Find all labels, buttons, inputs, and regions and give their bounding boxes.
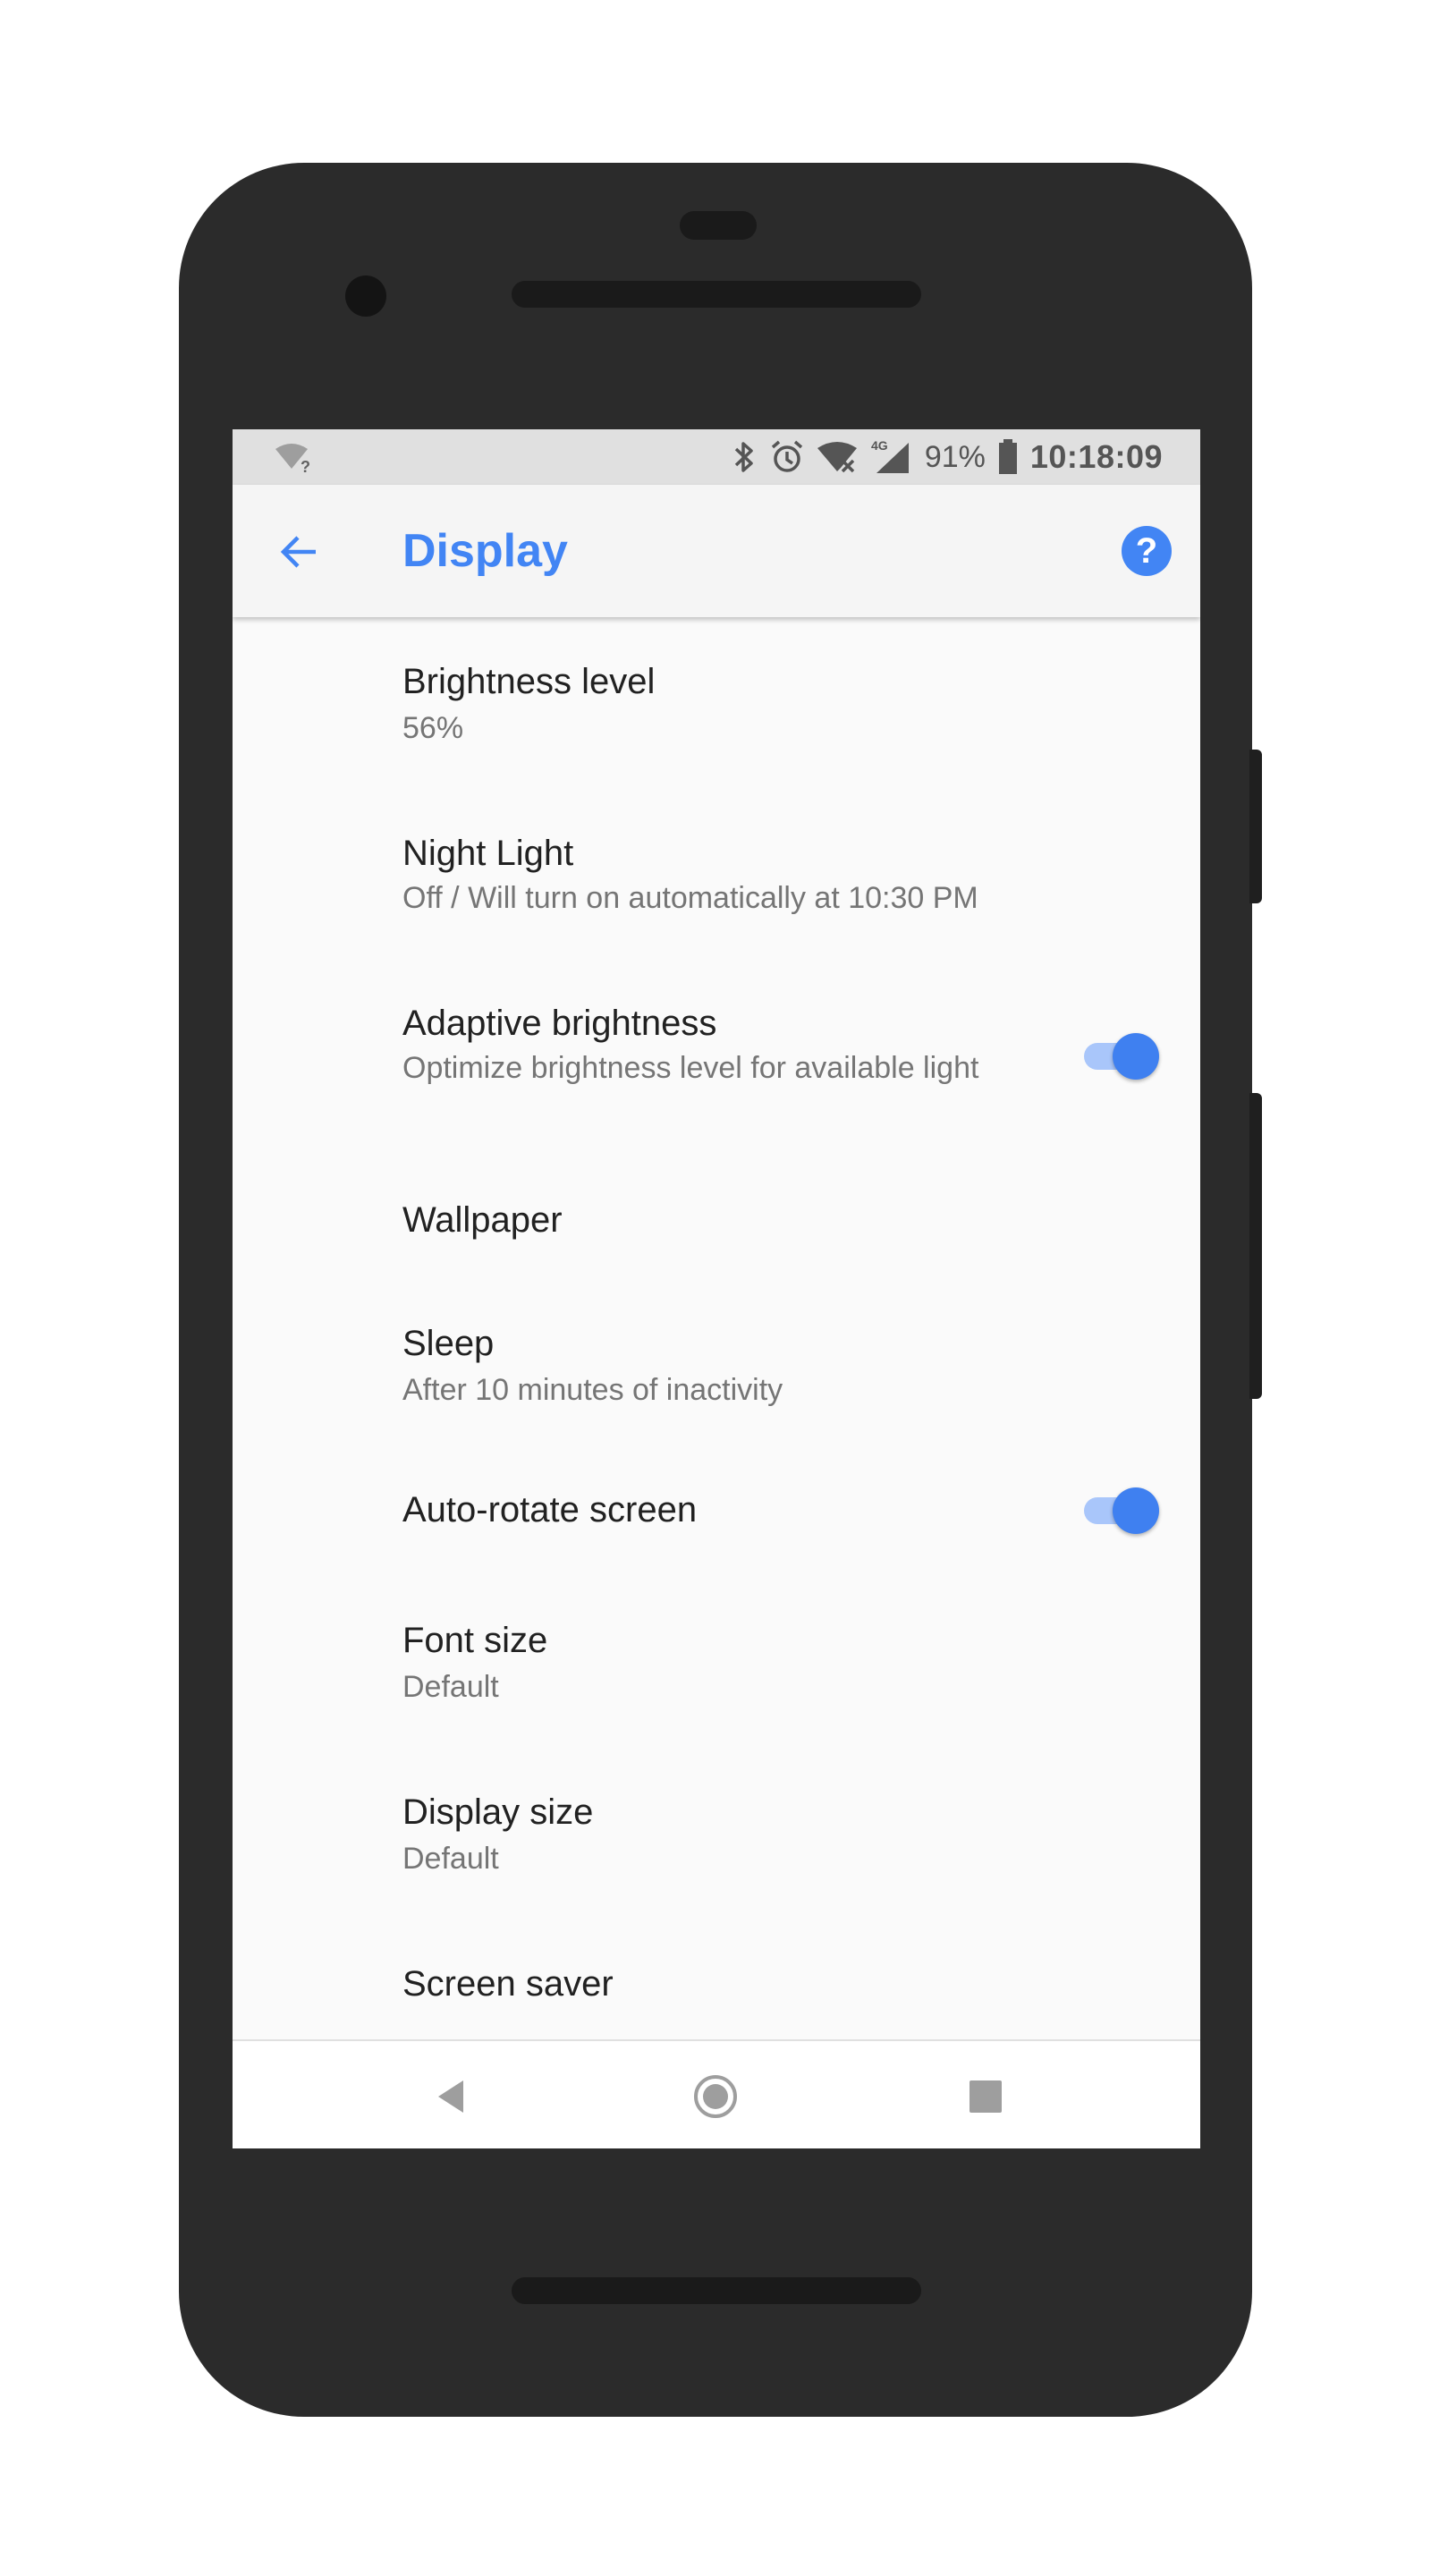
help-circle-icon: ? [1135, 530, 1158, 571]
setting-auto-rotate[interactable]: Auto-rotate screen [233, 1447, 1200, 1576]
toggle-thumb [1113, 1033, 1159, 1080]
wifi-off-icon [817, 439, 859, 475]
app-bar: Display ? [233, 485, 1200, 617]
alarm-icon [769, 439, 805, 475]
setting-summary: Default [402, 1842, 499, 1876]
help-button[interactable]: ? [1122, 526, 1172, 576]
settings-list: Brightness level 56% Night Light Off / W… [233, 617, 1200, 2046]
setting-title: Brightness level [402, 662, 656, 701]
setting-title: Font size [402, 1621, 548, 1660]
earpiece [680, 211, 757, 240]
nav-back-icon [438, 2080, 463, 2113]
screen: ? 4G 91% 10:18:09 Display ? Brightness l… [233, 429, 1200, 2148]
clock: 10:18:09 [1029, 438, 1163, 475]
setting-title: Display size [402, 1792, 594, 1832]
toggle-thumb [1113, 1487, 1159, 1534]
svg-text:?: ? [301, 458, 310, 474]
power-button [1249, 750, 1262, 903]
signal-icon: 4G [871, 437, 912, 477]
auto-rotate-toggle[interactable] [1080, 1487, 1161, 1534]
navigation-bar [233, 2039, 1200, 2148]
setting-title: Night Light [402, 834, 574, 873]
setting-sleep[interactable]: Sleep After 10 minutes of inactivity [233, 1277, 1200, 1447]
setting-summary: Optimize brightness level for available … [402, 1051, 979, 1085]
battery-icon [998, 439, 1018, 475]
setting-wallpaper[interactable]: Wallpaper [233, 1161, 1200, 1277]
setting-summary: Default [402, 1670, 499, 1704]
setting-title: Sleep [402, 1324, 495, 1363]
nav-home-button[interactable] [694, 2075, 737, 2118]
battery-percent: 91% [924, 439, 986, 474]
top-speaker [512, 281, 921, 308]
setting-font-size[interactable]: Font size Default [233, 1576, 1200, 1748]
setting-title: Adaptive brightness [402, 1004, 717, 1043]
arrow-back-icon [280, 536, 316, 568]
nav-home-icon [703, 2084, 728, 2109]
setting-title: Wallpaper [402, 1200, 563, 1240]
setting-summary: Off / Will turn on automatically at 10:3… [402, 881, 978, 915]
setting-title: Screen saver [402, 1964, 614, 2004]
setting-night-light[interactable]: Night Light Off / Will turn on automatic… [233, 785, 1200, 955]
setting-brightness-level[interactable]: Brightness level 56% [233, 617, 1200, 785]
setting-summary: After 10 minutes of inactivity [402, 1373, 783, 1407]
setting-adaptive-brightness[interactable]: Adaptive brightness Optimize brightness … [233, 955, 1200, 1161]
setting-display-size[interactable]: Display size Default [233, 1748, 1200, 1918]
nav-recents-button[interactable] [970, 2080, 1002, 2113]
nav-back-button[interactable] [431, 2077, 470, 2116]
bluetooth-icon [732, 439, 757, 475]
back-button[interactable] [270, 522, 329, 581]
network-badge: 4G [871, 438, 888, 453]
front-camera [345, 275, 386, 317]
setting-screen-saver[interactable]: Screen saver [233, 1918, 1200, 2046]
setting-summary: 56% [402, 711, 464, 745]
page-title: Display [402, 525, 568, 577]
adaptive-brightness-toggle[interactable] [1080, 1032, 1161, 1080]
wifi-unknown-icon: ? [274, 442, 313, 474]
setting-title: Auto-rotate screen [402, 1490, 698, 1530]
volume-button [1249, 1093, 1262, 1399]
bottom-speaker [512, 2277, 921, 2304]
status-bar: ? 4G 91% 10:18:09 [233, 429, 1200, 485]
